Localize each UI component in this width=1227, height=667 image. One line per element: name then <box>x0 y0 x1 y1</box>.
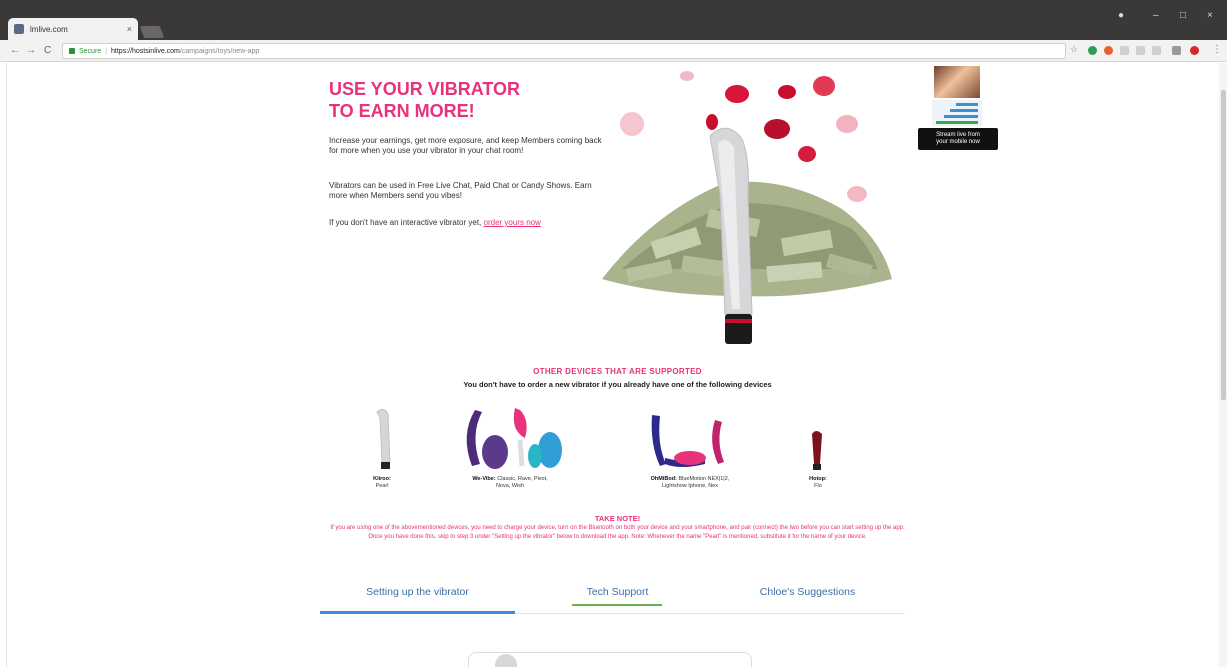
forward-button[interactable]: → <box>26 45 36 56</box>
adblock-icon[interactable] <box>1190 46 1199 55</box>
stream-bars-graphic <box>932 100 982 126</box>
extension-dark-icon[interactable] <box>1172 46 1181 55</box>
tab-setting-up[interactable]: Setting up the vibrator <box>320 586 515 598</box>
take-note-body: If you are using one of the abovemention… <box>330 525 905 540</box>
reload-button[interactable]: C <box>44 45 51 56</box>
hero-title-line2: TO EARN MORE! <box>329 101 475 121</box>
hotop-flo-device <box>812 431 822 470</box>
address-separator: | <box>105 47 108 55</box>
tooltip-line2: your mobile now <box>936 139 980 145</box>
close-window-button[interactable]: × <box>1207 10 1213 21</box>
hero-title-line1: USE YOUR VIBRATOR <box>329 79 521 99</box>
info-tabs: Setting up the vibrator Tech Support Chl… <box>320 580 905 614</box>
bar <box>936 121 978 124</box>
order-now-link[interactable]: order yours now <box>484 218 541 227</box>
tab-close-icon[interactable]: × <box>127 24 132 34</box>
secure-label: Secure <box>79 47 102 55</box>
stream-thumbnail <box>932 64 982 100</box>
device-brand: We-Vibe: <box>472 476 496 482</box>
hero-paragraph-3: If you don't have an interactive vibrato… <box>329 218 609 228</box>
back-button[interactable]: ← <box>10 45 20 56</box>
tab-title: lmlive.com <box>30 24 68 34</box>
device-caption-ohmibod: OhMiBod: BlueMotion NEX|1|2, Lightshow I… <box>640 476 740 490</box>
extension-gray-icon[interactable] <box>1136 46 1145 55</box>
new-tab-button[interactable] <box>139 26 165 38</box>
browser-menu-icon[interactable]: ⋮ <box>1212 44 1222 55</box>
device-caption-kiiroo: Kiiroo: Pearl <box>362 476 402 490</box>
extension-orange-icon[interactable] <box>1104 46 1113 55</box>
tech-support-underline <box>572 604 662 606</box>
device-models: Flo <box>814 483 822 489</box>
hero-title: USE YOUR VIBRATOR TO EARN MORE! <box>329 78 589 122</box>
browser-tab[interactable]: lmlive.com × <box>8 18 138 40</box>
minimize-button[interactable]: – <box>1153 10 1159 21</box>
we-vibe-devices <box>466 408 562 469</box>
mobile-stream-widget[interactable]: Stream live from your mobile now <box>918 64 998 154</box>
profile-icon[interactable]: ● <box>1118 10 1124 21</box>
device-brand: OhMiBod: <box>650 476 677 482</box>
bar <box>950 109 978 112</box>
bar <box>956 103 978 106</box>
tab-tech-support[interactable]: Tech Support <box>520 586 715 598</box>
kiiroo-pearl-device <box>376 409 391 469</box>
hero-vibrator-money-image <box>602 71 892 344</box>
devices-section-title: OTHER DEVICES THAT ARE SUPPORTED <box>533 367 702 376</box>
devices-section-subtitle: You don't have to order a new vibrator i… <box>463 380 772 389</box>
device-models: Pearl <box>375 483 389 489</box>
url-host: https://hostsinlive.com <box>111 47 180 55</box>
device-brand: Kiiroo: <box>373 476 391 482</box>
scrollbar-thumb[interactable] <box>1221 90 1226 400</box>
tab-chloes-suggestions[interactable]: Chloe's Suggestions <box>710 586 905 598</box>
page-favicon-icon <box>14 24 24 34</box>
lock-icon <box>69 48 75 54</box>
hero-paragraph-3-text: If you don't have an interactive vibrato… <box>329 218 482 227</box>
devices-image-row <box>376 408 822 470</box>
address-bar[interactable]: Secure | https://hostsinlive.com /campai… <box>62 43 1066 59</box>
device-caption-hotop: Hotop: Flo <box>800 476 836 490</box>
hero-paragraph-2: Vibrators can be used in Free Live Chat,… <box>329 181 592 200</box>
extension-gray-icon[interactable] <box>1120 46 1129 55</box>
device-models: Classic, Rave, Pivot, Nova, Wish <box>495 476 548 489</box>
tooltip-line1: Stream live from <box>936 132 980 138</box>
browser-toolbar: ← → C Secure | https://hostsinlive.com /… <box>0 40 1227 62</box>
bar <box>944 115 978 118</box>
active-tab-indicator <box>320 611 515 614</box>
maximize-button[interactable]: □ <box>1180 10 1186 21</box>
extension-green-icon[interactable] <box>1088 46 1097 55</box>
hero-paragraph-1: Increase your earnings, get more exposur… <box>329 136 602 155</box>
stream-tooltip: Stream live from your mobile now <box>918 128 998 150</box>
browser-title-bar: lmlive.com × ● – □ × <box>0 0 1227 40</box>
take-note-title: TAKE NOTE! <box>594 514 641 523</box>
device-brand: Hotop: <box>809 476 827 482</box>
ohmibod-devices <box>651 415 724 467</box>
bookmark-star-icon[interactable]: ☆ <box>1070 44 1079 54</box>
url-path: /campaigns/toys/new-app <box>179 47 260 55</box>
extension-gray-icon[interactable] <box>1152 46 1161 55</box>
device-caption-wevibe: We-Vibe: Classic, Rave, Pivot, Nova, Wis… <box>470 476 550 490</box>
